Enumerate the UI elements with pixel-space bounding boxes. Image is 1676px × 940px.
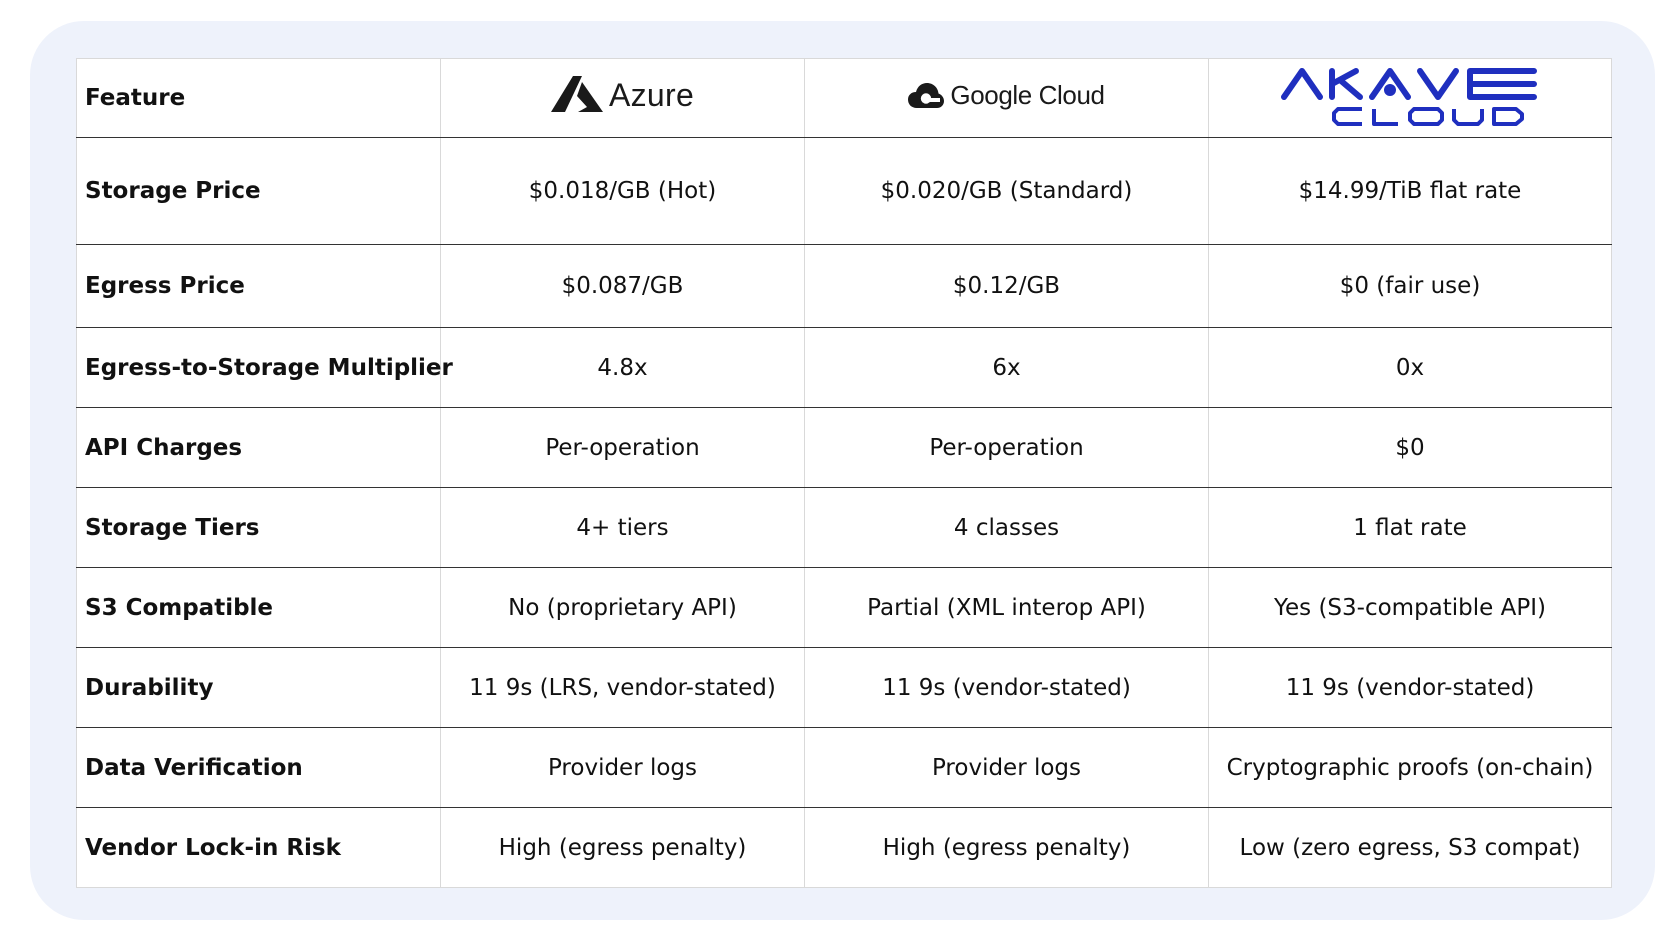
- akave-cell: Yes (S3-compatible API): [1208, 567, 1612, 648]
- row-feature-label: Storage Tiers: [76, 487, 441, 568]
- akave-cloud-logo-icon: [1281, 68, 1537, 126]
- table-row: S3 Compatible No (proprietary API) Parti…: [76, 567, 1612, 648]
- akave-cell: Low (zero egress, S3 compat): [1208, 807, 1612, 888]
- row-feature-label: Egress-to-Storage Multiplier: [76, 327, 453, 408]
- table-row: API Charges Per-operation Per-operation …: [76, 407, 1612, 488]
- akave-cloud-column-header: [1208, 58, 1612, 138]
- azure-cell: 4+ tiers: [440, 487, 805, 568]
- azure-cell: Provider logs: [440, 727, 805, 808]
- google-cell: 6x: [804, 327, 1209, 408]
- table-row: Storage Price $0.018/GB (Hot) $0.020/GB …: [76, 137, 1612, 245]
- azure-cell: $0.018/GB (Hot): [440, 137, 805, 245]
- row-feature-label: Durability: [76, 647, 441, 728]
- google-cloud-logo-text: Google Cloud: [950, 80, 1105, 111]
- azure-logo-icon: [550, 76, 603, 112]
- table-row: Egress-to-Storage Multiplier 4.8x 6x 0x: [76, 327, 1612, 408]
- google-cell: Per-operation: [804, 407, 1209, 488]
- google-cell: 11 9s (vendor-stated): [804, 647, 1209, 728]
- akave-cell: 11 9s (vendor-stated): [1208, 647, 1612, 728]
- feature-column-header: Feature: [76, 58, 441, 138]
- table-row: Data Verification Provider logs Provider…: [76, 727, 1612, 808]
- row-feature-label: Vendor Lock-in Risk: [76, 807, 441, 888]
- azure-cell: No (proprietary API): [440, 567, 805, 648]
- azure-cell: $0.087/GB: [440, 244, 805, 328]
- azure-cell: 4.8x: [440, 327, 805, 408]
- row-feature-label: Data Verification: [76, 727, 441, 808]
- table-row: Durability 11 9s (LRS, vendor-stated) 11…: [76, 647, 1612, 728]
- row-feature-label: S3 Compatible: [76, 567, 441, 648]
- table-row: Storage Tiers 4+ tiers 4 classes 1 flat …: [76, 487, 1612, 568]
- google-cell: $0.020/GB (Standard): [804, 137, 1209, 245]
- akave-cell: Cryptographic proofs (on-chain): [1208, 727, 1612, 808]
- akave-cell: 0x: [1208, 327, 1612, 408]
- google-cloud-logo-icon: [908, 82, 945, 108]
- azure-column-header: Azure: [440, 58, 805, 138]
- azure-cell: 11 9s (LRS, vendor-stated): [440, 647, 805, 728]
- akave-cell: 1 flat rate: [1208, 487, 1612, 568]
- google-cloud-logo: Google Cloud: [908, 80, 1105, 111]
- azure-cell: High (egress penalty): [440, 807, 805, 888]
- google-cell: Partial (XML interop API): [804, 567, 1209, 648]
- table-header-row: Feature Azure Google Cloud: [76, 58, 1612, 138]
- google-cell: High (egress penalty): [804, 807, 1209, 888]
- akave-cell: $0: [1208, 407, 1612, 488]
- google-cloud-column-header: Google Cloud: [804, 58, 1209, 138]
- row-feature-label: Egress Price: [76, 244, 441, 328]
- azure-logo: Azure: [550, 76, 695, 114]
- table-row: Vendor Lock-in Risk High (egress penalty…: [76, 807, 1612, 888]
- table-row: Egress Price $0.087/GB $0.12/GB $0 (fair…: [76, 244, 1612, 328]
- azure-cell: Per-operation: [440, 407, 805, 488]
- azure-logo-text: Azure: [608, 76, 695, 113]
- google-cell: 4 classes: [804, 487, 1209, 568]
- comparison-table: Feature Azure Google Cloud Storage Price…: [76, 58, 1612, 888]
- akave-cell: $14.99/TiB flat rate: [1208, 137, 1612, 245]
- row-feature-label: API Charges: [76, 407, 441, 488]
- google-cell: Provider logs: [804, 727, 1209, 808]
- row-feature-label: Storage Price: [76, 137, 441, 245]
- akave-cell: $0 (fair use): [1208, 244, 1612, 328]
- google-cell: $0.12/GB: [804, 244, 1209, 328]
